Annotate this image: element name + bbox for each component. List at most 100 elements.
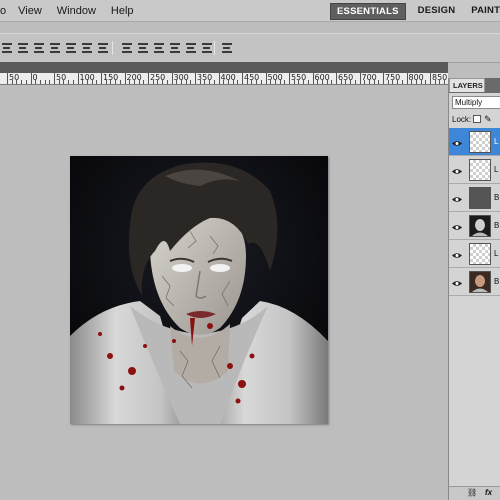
ruler-minor-tick xyxy=(368,80,370,84)
align-icon[interactable] xyxy=(122,43,132,53)
ruler-major-tick xyxy=(148,73,149,84)
layer-row[interactable]: L xyxy=(449,156,500,184)
ruler-minor-tick xyxy=(213,80,215,84)
ruler-major-tick xyxy=(312,73,314,84)
menu-item-view[interactable]: View xyxy=(18,5,42,17)
ruler-minor-tick xyxy=(350,80,352,84)
fx-button[interactable]: fx xyxy=(485,488,492,497)
ruler-major-tick xyxy=(7,73,8,84)
align-icon[interactable] xyxy=(98,43,108,53)
workspace-painting-button[interactable]: PAINTING xyxy=(465,3,500,19)
toolbar-separator xyxy=(112,41,113,55)
ruler-minor-tick xyxy=(180,80,182,84)
horizontal-ruler: 50 0 50 100 150 200 250 300 350 400 450 500 550 600 65… xyxy=(0,73,448,85)
layer-row[interactable]: B xyxy=(449,212,500,240)
eye-icon[interactable] xyxy=(452,194,462,202)
menu-item-image-partial[interactable]: o xyxy=(0,5,6,17)
eye-icon[interactable] xyxy=(452,222,462,230)
layer-row[interactable]: B xyxy=(449,268,500,296)
align-icon[interactable] xyxy=(138,43,148,53)
layer-name: L xyxy=(494,165,499,174)
ruler-minor-tick xyxy=(105,80,107,84)
align-icon[interactable] xyxy=(202,43,212,53)
ruler-major-tick xyxy=(359,73,361,84)
ruler-minor-tick xyxy=(199,80,201,84)
layer-name: L xyxy=(494,249,499,258)
ruler-major-tick xyxy=(336,73,337,84)
menu-item-help[interactable]: Help xyxy=(111,5,134,17)
ruler-minor-tick xyxy=(237,80,239,84)
ruler-major-tick xyxy=(265,73,267,84)
ruler-minor-tick xyxy=(129,80,131,84)
ruler-minor-tick xyxy=(317,80,319,84)
menu-item-window[interactable]: Window xyxy=(57,5,96,17)
ruler-minor-tick xyxy=(411,80,413,84)
ruler-minor-tick xyxy=(387,80,389,84)
ruler-major-tick xyxy=(54,73,55,84)
ruler-minor-tick xyxy=(260,80,262,84)
workspace-essentials-button[interactable]: ESSENTIALS xyxy=(330,2,406,20)
eye-icon[interactable] xyxy=(452,138,462,146)
ruler-minor-tick xyxy=(331,80,333,84)
eye-icon[interactable] xyxy=(452,250,462,258)
layer-thumbnail xyxy=(469,131,491,153)
ruler-minor-tick xyxy=(274,80,276,84)
layer-row[interactable]: L xyxy=(449,128,500,156)
ruler-minor-tick xyxy=(303,80,305,84)
eye-icon[interactable] xyxy=(452,278,462,286)
menu-bar: o View Window Help ESSENTIALS DESIGN PAI… xyxy=(0,0,500,22)
ruler-minor-tick xyxy=(340,80,342,84)
tab-layers[interactable]: LAYERS xyxy=(449,78,485,92)
ruler-minor-tick xyxy=(397,80,399,84)
align-icon[interactable] xyxy=(154,43,164,53)
align-icon[interactable] xyxy=(186,43,196,53)
link-icon[interactable]: ⛓ xyxy=(467,488,477,497)
align-icon[interactable] xyxy=(170,43,180,53)
ruler-minor-tick xyxy=(401,80,403,84)
ruler-minor-tick xyxy=(58,80,60,84)
ruler-minor-tick xyxy=(68,80,70,84)
ruler-minor-tick xyxy=(321,80,323,84)
align-icon[interactable] xyxy=(34,43,44,53)
ruler-minor-tick xyxy=(223,80,225,84)
ruler-major-tick xyxy=(30,73,32,84)
blend-mode-select[interactable]: Multiply xyxy=(452,96,500,109)
ruler-minor-tick xyxy=(63,80,65,84)
ruler-major-tick xyxy=(242,73,243,84)
eye-icon[interactable] xyxy=(452,166,462,174)
ruler-minor-tick xyxy=(110,80,112,84)
align-icon[interactable] xyxy=(222,43,232,53)
ruler-minor-tick xyxy=(115,80,117,84)
layer-thumbnail xyxy=(469,271,491,293)
ruler-minor-tick xyxy=(326,80,328,84)
layer-thumbnail xyxy=(469,215,491,237)
layer-row[interactable]: L xyxy=(449,240,500,268)
ruler-minor-tick xyxy=(373,80,375,84)
align-icon[interactable] xyxy=(66,43,76,53)
ruler-major-tick xyxy=(430,73,431,84)
lock-pixels-icon[interactable]: ✎ xyxy=(484,114,492,125)
ruler-minor-tick xyxy=(256,80,258,84)
layer-name: B xyxy=(494,221,500,230)
align-icon[interactable] xyxy=(18,43,28,53)
workspace-design-button[interactable]: DESIGN xyxy=(412,3,462,19)
ruler-minor-tick xyxy=(251,80,253,84)
layers-panel: LAYERS Multiply Lock: ✎ L L B B L B ⛓ fx xyxy=(448,78,500,500)
ruler-minor-tick xyxy=(246,80,248,84)
lock-label: Lock: xyxy=(452,114,472,124)
lock-row: Lock: ✎ xyxy=(452,113,492,125)
align-icon[interactable] xyxy=(50,43,60,53)
ruler-minor-tick xyxy=(209,80,211,84)
ruler-minor-tick xyxy=(157,80,159,84)
ruler-minor-tick xyxy=(190,80,192,84)
lock-transparency-icon[interactable] xyxy=(473,115,482,123)
ruler-minor-tick xyxy=(293,80,295,84)
ruler-major-tick xyxy=(383,73,384,84)
align-icon[interactable] xyxy=(2,43,12,53)
ruler-minor-tick xyxy=(39,80,41,84)
align-icon[interactable] xyxy=(82,43,92,53)
layer-row[interactable]: B xyxy=(449,184,500,212)
document-canvas[interactable] xyxy=(70,156,328,424)
ruler-minor-tick xyxy=(378,80,380,84)
toolbar-separator xyxy=(214,41,215,55)
